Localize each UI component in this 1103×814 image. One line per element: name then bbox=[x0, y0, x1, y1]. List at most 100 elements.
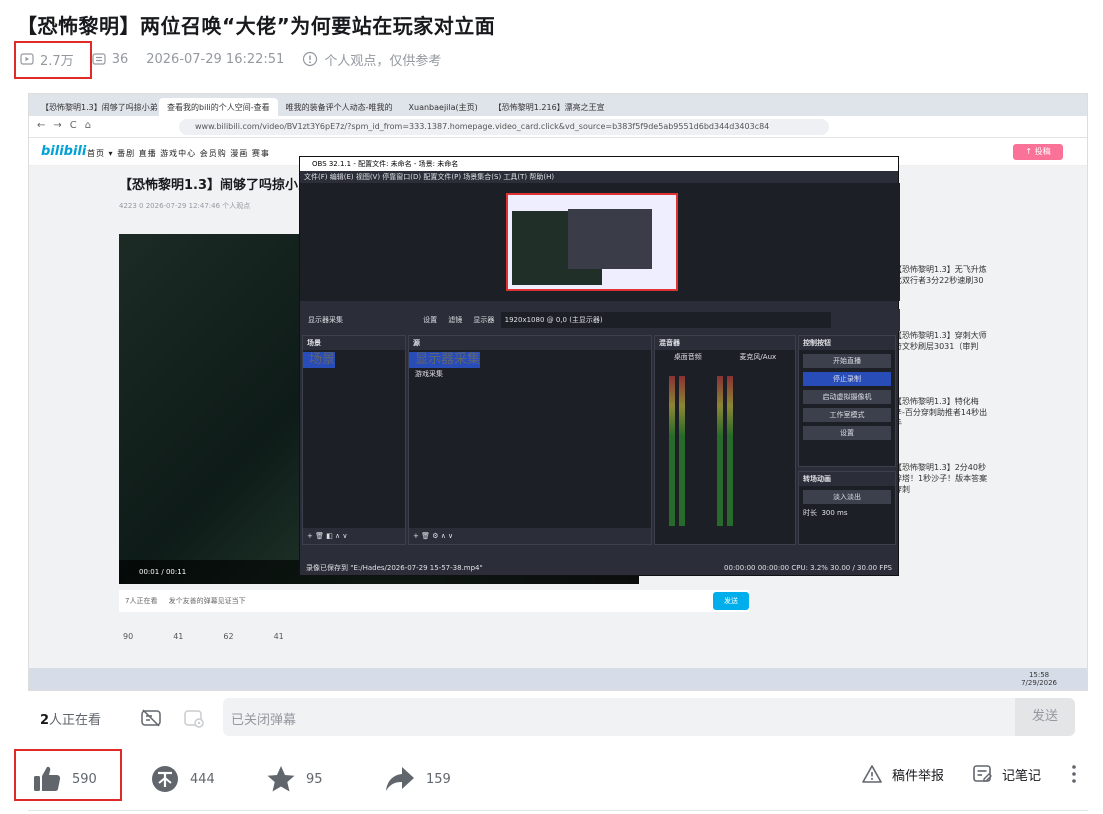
obs-mixer-channel: 桌面音频 bbox=[673, 353, 702, 361]
coin-icon bbox=[152, 766, 178, 792]
inner-watching: 7人正在看 bbox=[125, 597, 158, 605]
inner-address-bar: ←→C⌂ www.bilibili.com/video/BV1zt3Y6pE7z… bbox=[29, 116, 1087, 138]
share-arrow-icon bbox=[386, 767, 414, 791]
more-vertical-icon bbox=[1072, 765, 1076, 783]
inner-clock: 15:58 7/29/2026 bbox=[1021, 671, 1057, 687]
obs-sources-footer: + 🗑 ⚙ ∧ ∨ bbox=[409, 528, 651, 544]
inner-tab: 唯我的装备评个人动态-唯我的 bbox=[285, 102, 393, 112]
obs-virtual-cam: 启动虚拟摄像机 bbox=[803, 390, 891, 404]
obs-filter-btn: 滤镜 bbox=[448, 316, 463, 324]
danmaku-settings-icon[interactable] bbox=[183, 707, 205, 729]
danmaku-icon bbox=[92, 53, 106, 65]
obs-transitions-panel: 转场动画 淡入淡出 时长 300 ms bbox=[798, 471, 896, 545]
danmaku-count: 36 bbox=[111, 51, 129, 67]
obs-settings-btn: 设置 bbox=[423, 316, 438, 324]
obs-mixer-header: 混音器 bbox=[655, 336, 795, 350]
obs-window: OBS 32.1.1 - 配置文件: 未命名 - 场景: 未命名 文件(F) 编… bbox=[299, 156, 900, 576]
inner-tab: 查看我的bili的个人空间-查看 bbox=[159, 98, 278, 116]
page-title: 【恐怖黎明】两位召唤“大佬”为何要站在玩家对立面 bbox=[17, 14, 496, 38]
obs-preview-dialog bbox=[568, 209, 652, 269]
inner-tab: 【恐怖黎明1.216】漂亮之王宣 bbox=[493, 102, 605, 112]
video-player[interactable]: 【恐怖黎明1.3】闹够了吗掠小弟 × 查看我的bili的个人空间-查看 唯我的装… bbox=[28, 93, 1088, 691]
share-button[interactable]: 159 bbox=[384, 764, 451, 794]
obs-scenes-panel: 场景 场景 + 🗑 ◧ ∧ ∨ bbox=[302, 335, 406, 545]
views-highlight-box bbox=[14, 41, 92, 79]
inner-url: www.bilibili.com/video/BV1zt3Y6pE7z/?spm… bbox=[179, 119, 829, 135]
favorite-count: 95 bbox=[306, 771, 323, 787]
disclaimer-text: 个人观点，仅供参考 bbox=[324, 53, 442, 69]
inner-tab: 【恐怖黎明1.3】闹够了吗掠小弟 × bbox=[41, 102, 159, 112]
report-label: 稿件举报 bbox=[892, 768, 945, 784]
obs-audio-meter bbox=[727, 376, 733, 526]
obs-controls-panel: 控制按钮 开始直播 停止录制 启动虚拟摄像机 工作室模式 设置 bbox=[798, 335, 896, 467]
star-icon bbox=[267, 766, 295, 792]
obs-status-right: 00:00:00 00:00:00 CPU: 3.2% 30.00 / 30.0… bbox=[724, 564, 892, 572]
danmaku-toggle-icon[interactable] bbox=[140, 707, 162, 729]
inner-danmaku-placeholder: 发个友善的弹幕见证当下 bbox=[168, 597, 246, 605]
publish-datetime: 2026-07-29 16:22:51 bbox=[146, 51, 285, 67]
report-button[interactable]: 稿件举报 bbox=[862, 764, 944, 784]
obs-menu: 文件(F) 编辑(E) 视图(V) 停靠窗口(D) 配置文件(P) 场景集合(S… bbox=[300, 171, 898, 183]
obs-duration: 300 ms bbox=[821, 509, 848, 517]
obs-scene-item: 场景 bbox=[303, 352, 336, 368]
divider bbox=[28, 810, 1088, 811]
obs-source-label: 显示器采集 bbox=[308, 316, 343, 324]
obs-controls-header: 控制按钮 bbox=[799, 336, 895, 350]
obs-transitions-header: 转场动画 bbox=[799, 472, 895, 486]
obs-sources-panel: 源 显示器采集 窗口采集 游戏采集 + 🗑 ⚙ ∧ ∨ bbox=[408, 335, 652, 545]
danmaku-input[interactable]: 已关闭弹幕 发送 bbox=[223, 698, 1075, 736]
obs-start-stream: 开始直播 bbox=[803, 354, 891, 368]
inner-like-count: 90 bbox=[123, 631, 134, 641]
note-icon bbox=[973, 765, 992, 782]
inner-nav-icons: ←→C⌂ bbox=[37, 120, 100, 131]
inner-tab: Xuanbaejila(主页) bbox=[408, 102, 478, 112]
obs-audio-meter bbox=[717, 376, 723, 526]
inner-coin-count: 41 bbox=[173, 631, 184, 641]
obs-stop-record: 停止录制 bbox=[803, 372, 891, 386]
coin-button[interactable]: 444 bbox=[150, 764, 215, 794]
obs-settings: 设置 bbox=[803, 426, 891, 440]
obs-status-text: 录像已保存到 "E:/Hades/2026-07-29 15-57-38.mp4… bbox=[306, 564, 483, 572]
inner-logo: bilibili bbox=[41, 144, 87, 159]
favorite-button[interactable]: 95 bbox=[266, 764, 323, 794]
danmaku-placeholder: 已关闭弹幕 bbox=[231, 713, 297, 728]
obs-source-toolbar: 显示器采集 设置 滤镜 显示器 1920x1080 @ 0,0 (主显示器) bbox=[300, 309, 900, 331]
obs-source-item: 显示器采集 bbox=[409, 352, 481, 368]
notice-icon bbox=[303, 51, 318, 67]
danmaku-send-button[interactable]: 发送 bbox=[1015, 698, 1075, 736]
obs-display-select: 1920x1080 @ 0,0 (主显示器) bbox=[500, 312, 831, 328]
inner-send-button: 发送 bbox=[713, 592, 749, 610]
obs-sources-header: 源 bbox=[409, 336, 651, 350]
obs-statusbar: 录像已保存到 "E:/Hades/2026-07-29 15-57-38.mp4… bbox=[300, 561, 898, 575]
obs-mixer-panel: 混音器 桌面音频 麦克风/Aux bbox=[654, 335, 796, 545]
disclaimer: 个人观点，仅供参考 bbox=[302, 50, 441, 69]
inner-browser-tabs: 【恐怖黎明1.3】闹够了吗掠小弟 × 查看我的bili的个人空间-查看 唯我的装… bbox=[29, 94, 1087, 116]
inner-taskbar: 15:58 7/29/2026 bbox=[29, 668, 1087, 690]
warning-icon bbox=[862, 765, 882, 783]
video-actions: 590 444 95 159 稿件举报 记笔记 bbox=[0, 748, 1103, 812]
obs-studio-mode: 工作室模式 bbox=[803, 408, 891, 422]
obs-scenes-header: 场景 bbox=[303, 336, 405, 350]
obs-preview-capture bbox=[506, 193, 678, 291]
inner-fav-count: 62 bbox=[223, 631, 234, 641]
note-button[interactable]: 记笔记 bbox=[972, 764, 1041, 784]
obs-audio-meter bbox=[669, 376, 675, 526]
watching-count: 2人正在看 bbox=[40, 713, 102, 728]
note-label: 记笔记 bbox=[1002, 768, 1042, 784]
inner-danmaku-bar: 7人正在看 发个友善的弹幕见证当下 发送 bbox=[119, 590, 749, 612]
danmaku-stat: 36 bbox=[92, 51, 129, 67]
more-button[interactable] bbox=[1066, 764, 1092, 784]
obs-source-item: 游戏采集 bbox=[415, 370, 443, 378]
obs-title: OBS 32.1.1 - 配置文件: 未命名 - 场景: 未命名 bbox=[300, 157, 898, 171]
obs-audio-meter bbox=[679, 376, 685, 526]
inner-share-count: 41 bbox=[273, 631, 284, 641]
obs-display-label: 显示器 bbox=[473, 316, 495, 324]
inner-menu: 首页 ▾ 番剧 直播 游戏中心 会员购 漫画 赛事 bbox=[87, 149, 270, 158]
obs-duration-label: 时长 bbox=[803, 509, 817, 517]
danmaku-bar: 2人正在看 已关闭弹幕 发送 bbox=[28, 695, 1088, 740]
obs-preview bbox=[300, 183, 900, 301]
obs-mixer-channel: 麦克风/Aux bbox=[739, 353, 777, 361]
like-highlight-box bbox=[14, 749, 122, 801]
coin-count: 444 bbox=[190, 771, 215, 787]
share-count: 159 bbox=[426, 771, 451, 787]
